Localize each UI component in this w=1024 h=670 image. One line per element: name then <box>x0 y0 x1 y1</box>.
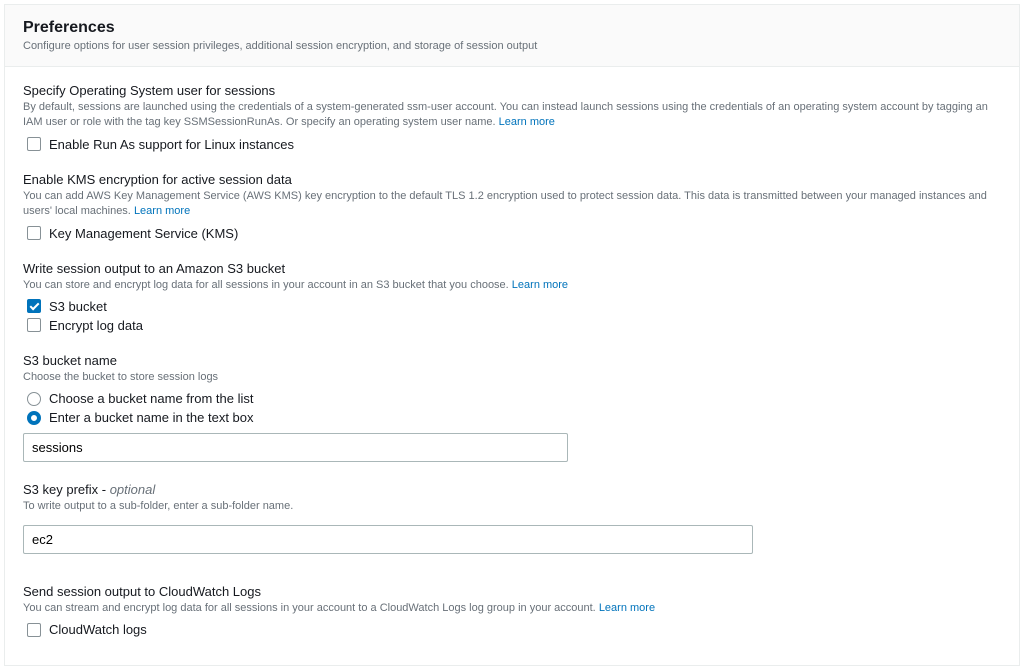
s3-bucket-name-input[interactable] <box>23 433 568 462</box>
os-user-checkbox-row: Enable Run As support for Linux instance… <box>27 137 1001 152</box>
section-kms: Enable KMS encryption for active session… <box>23 172 1001 241</box>
section-s3-bucket-name: S3 bucket name Choose the bucket to stor… <box>23 353 1001 462</box>
kms-learn-more-link[interactable]: Learn more <box>134 205 190 217</box>
section-s3-output: Write session output to an Amazon S3 buc… <box>23 261 1001 333</box>
bucket-text-radio[interactable] <box>27 411 41 425</box>
s3-key-prefix-title: S3 key prefix - optional <box>23 482 1001 497</box>
page-subtitle: Configure options for user session privi… <box>23 40 1001 52</box>
kms-desc: You can add AWS Key Management Service (… <box>23 189 1001 220</box>
os-user-learn-more-link[interactable]: Learn more <box>499 116 555 128</box>
kms-checkbox-row: Key Management Service (KMS) <box>27 226 1001 241</box>
page-title: Preferences <box>23 19 1001 37</box>
panel-body: Specify Operating System user for sessio… <box>5 67 1019 665</box>
s3-output-desc-text: You can store and encrypt log data for a… <box>23 279 512 291</box>
section-cloudwatch: Send session output to CloudWatch Logs Y… <box>23 584 1001 637</box>
s3-key-prefix-desc: To write output to a sub-folder, enter a… <box>23 499 1001 514</box>
encrypt-log-checkbox-label: Encrypt log data <box>49 318 143 333</box>
s3-bucket-checkbox-label: S3 bucket <box>49 299 107 314</box>
enable-run-as-label: Enable Run As support for Linux instance… <box>49 137 294 152</box>
bucket-text-label: Enter a bucket name in the text box <box>49 410 254 425</box>
s3-bucket-name-title: S3 bucket name <box>23 353 1001 368</box>
os-user-title: Specify Operating System user for sessio… <box>23 83 1001 98</box>
kms-title: Enable KMS encryption for active session… <box>23 172 1001 187</box>
cloudwatch-checkbox-row: CloudWatch logs <box>27 622 1001 637</box>
cloudwatch-desc: You can stream and encrypt log data for … <box>23 601 1001 616</box>
os-user-desc: By default, sessions are launched using … <box>23 100 1001 131</box>
bucket-from-list-radio[interactable] <box>27 392 41 406</box>
s3-key-prefix-optional: optional <box>110 482 156 497</box>
cloudwatch-desc-text: You can stream and encrypt log data for … <box>23 602 599 614</box>
encrypt-log-checkbox[interactable] <box>27 318 41 332</box>
s3-bucket-checkbox[interactable] <box>27 299 41 313</box>
s3-output-desc: You can store and encrypt log data for a… <box>23 278 1001 293</box>
cloudwatch-checkbox[interactable] <box>27 623 41 637</box>
kms-checkbox-label: Key Management Service (KMS) <box>49 226 238 241</box>
encrypt-log-checkbox-row: Encrypt log data <box>27 318 1001 333</box>
s3-bucket-name-desc: Choose the bucket to store session logs <box>23 370 1001 385</box>
s3-key-prefix-title-main: S3 key prefix - <box>23 482 110 497</box>
cloudwatch-title: Send session output to CloudWatch Logs <box>23 584 1001 599</box>
panel-header: Preferences Configure options for user s… <box>5 5 1019 67</box>
s3-output-learn-more-link[interactable]: Learn more <box>512 279 568 291</box>
radio-row-text: Enter a bucket name in the text box <box>27 410 1001 425</box>
preferences-panel: Preferences Configure options for user s… <box>4 4 1020 666</box>
s3-bucket-checkbox-row: S3 bucket <box>27 299 1001 314</box>
s3-key-prefix-input[interactable] <box>23 525 753 554</box>
s3-output-title: Write session output to an Amazon S3 buc… <box>23 261 1001 276</box>
kms-checkbox[interactable] <box>27 226 41 240</box>
radio-row-list: Choose a bucket name from the list <box>27 391 1001 406</box>
enable-run-as-checkbox[interactable] <box>27 137 41 151</box>
section-os-user: Specify Operating System user for sessio… <box>23 83 1001 152</box>
cloudwatch-learn-more-link[interactable]: Learn more <box>599 602 655 614</box>
cloudwatch-checkbox-label: CloudWatch logs <box>49 622 147 637</box>
bucket-from-list-label: Choose a bucket name from the list <box>49 391 254 406</box>
section-s3-key-prefix: S3 key prefix - optional To write output… <box>23 482 1001 553</box>
